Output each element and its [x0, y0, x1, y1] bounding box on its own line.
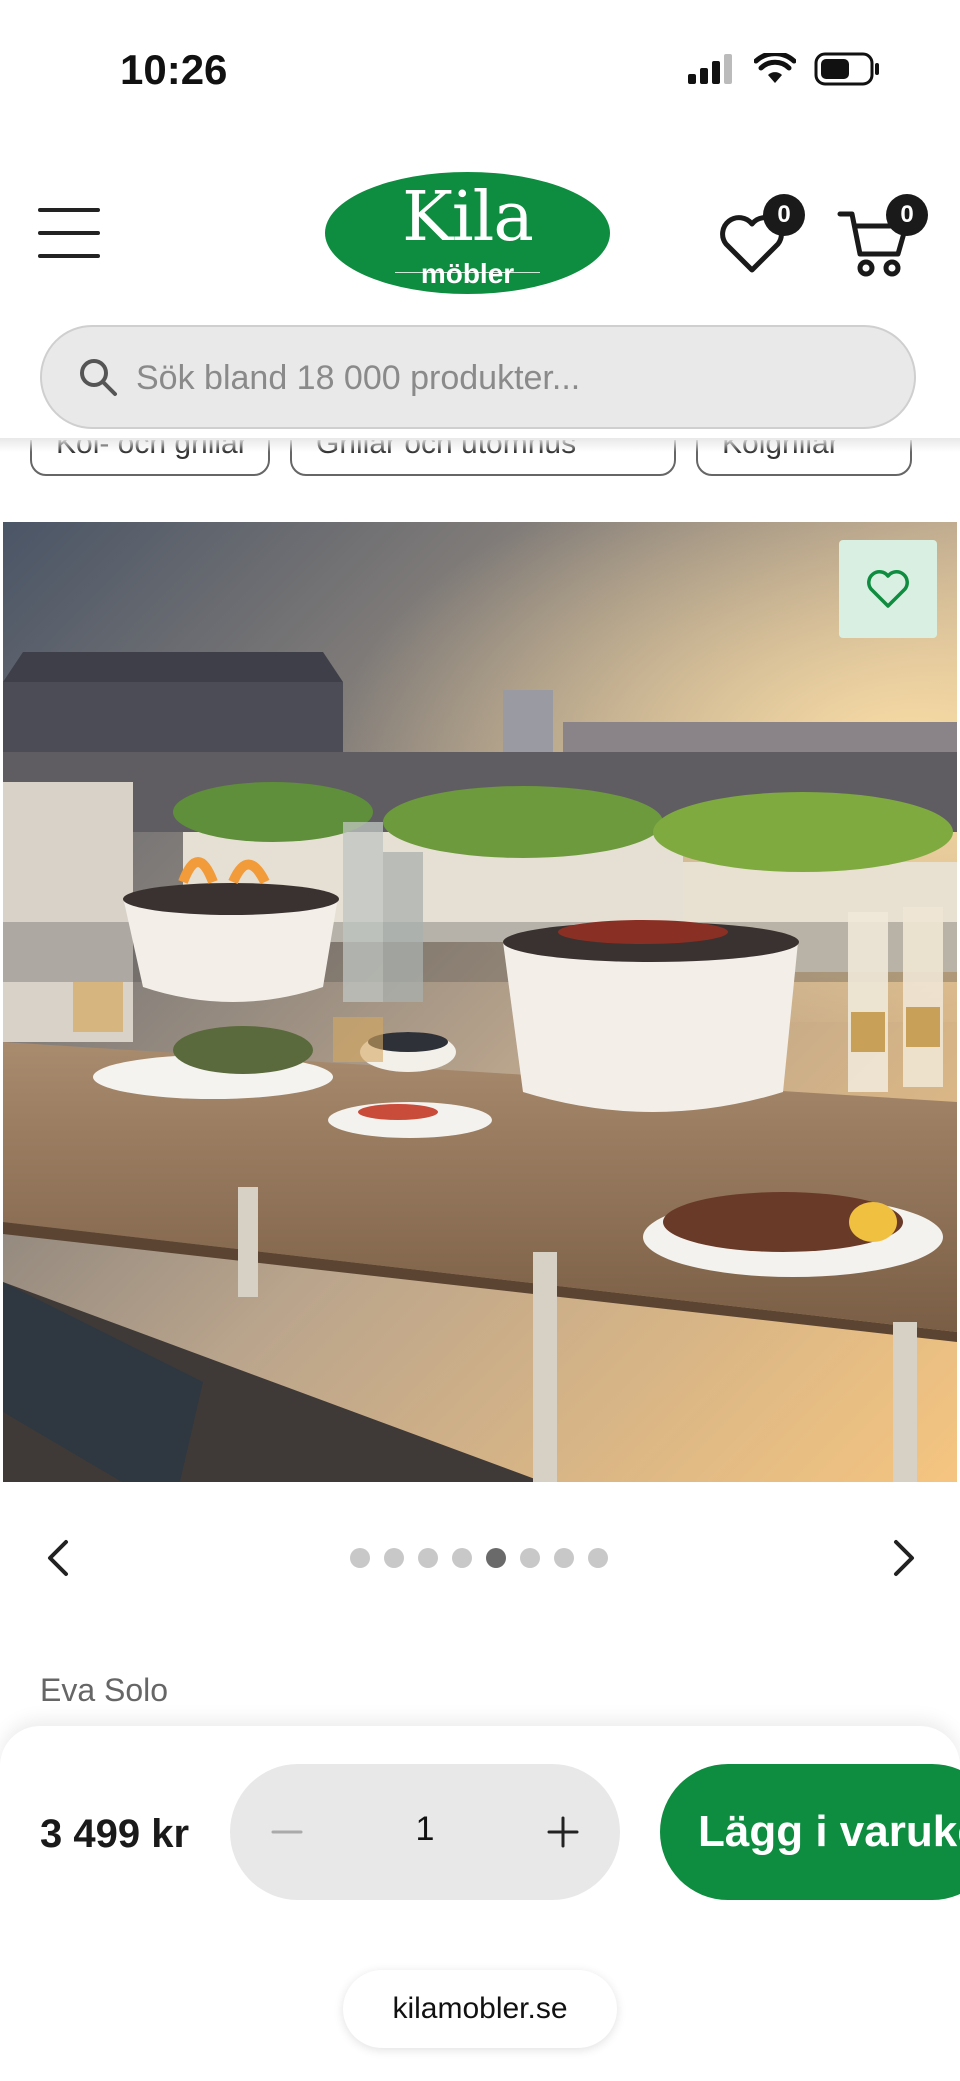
add-to-wishlist-button[interactable]	[839, 540, 937, 638]
menu-icon[interactable]	[38, 208, 100, 258]
status-icons	[688, 52, 880, 86]
logo-subtext: möbler	[420, 258, 515, 289]
product-image[interactable]	[3, 522, 957, 1482]
carousel-dot[interactable]	[520, 1548, 540, 1568]
carousel-dot[interactable]	[486, 1548, 506, 1568]
status-time: 10:26	[120, 46, 228, 93]
heart-icon	[867, 570, 909, 608]
product-price: 3 499 kr	[40, 1812, 190, 1856]
carousel-next-button[interactable]	[880, 1536, 924, 1580]
quantity-decrease-button[interactable]	[265, 1810, 309, 1854]
wifi-icon	[754, 53, 796, 83]
search-bar[interactable]	[40, 325, 916, 429]
cart-count-badge: 0	[886, 194, 928, 236]
carousel-dot[interactable]	[384, 1548, 404, 1568]
quantity-stepper: 1	[230, 1764, 620, 1900]
status-bar: 10:26	[0, 0, 960, 140]
cellular-signal-icon	[688, 54, 732, 84]
product-brand[interactable]: Eva Solo	[40, 1672, 168, 1709]
quantity-increase-button[interactable]	[541, 1810, 585, 1854]
carousel-dot[interactable]	[350, 1548, 370, 1568]
site-header: Kila möbler 0 0	[0, 150, 960, 310]
add-to-cart-button[interactable]: Lägg i varukorg	[660, 1764, 960, 1900]
site-logo[interactable]: Kila möbler	[325, 172, 610, 294]
carousel-dot[interactable]	[452, 1548, 472, 1568]
search-input[interactable]	[134, 349, 878, 407]
cart-button[interactable]: 0	[837, 194, 928, 284]
wishlist-count-badge: 0	[763, 194, 805, 236]
battery-icon	[814, 52, 879, 86]
search-icon	[80, 359, 117, 396]
browser-url-bar[interactable]: kilamobler.se	[343, 1970, 617, 2048]
carousel-dot[interactable]	[554, 1548, 574, 1568]
carousel-prev-button[interactable]	[38, 1536, 82, 1580]
product-photo	[3, 522, 957, 1482]
carousel-dots	[350, 1548, 608, 1568]
wishlist-button[interactable]: 0	[715, 194, 805, 284]
carousel-dot[interactable]	[418, 1548, 438, 1568]
logo-text: Kila	[402, 178, 534, 257]
carousel-dot[interactable]	[588, 1548, 608, 1568]
quantity-value[interactable]: 1	[390, 1810, 460, 1849]
